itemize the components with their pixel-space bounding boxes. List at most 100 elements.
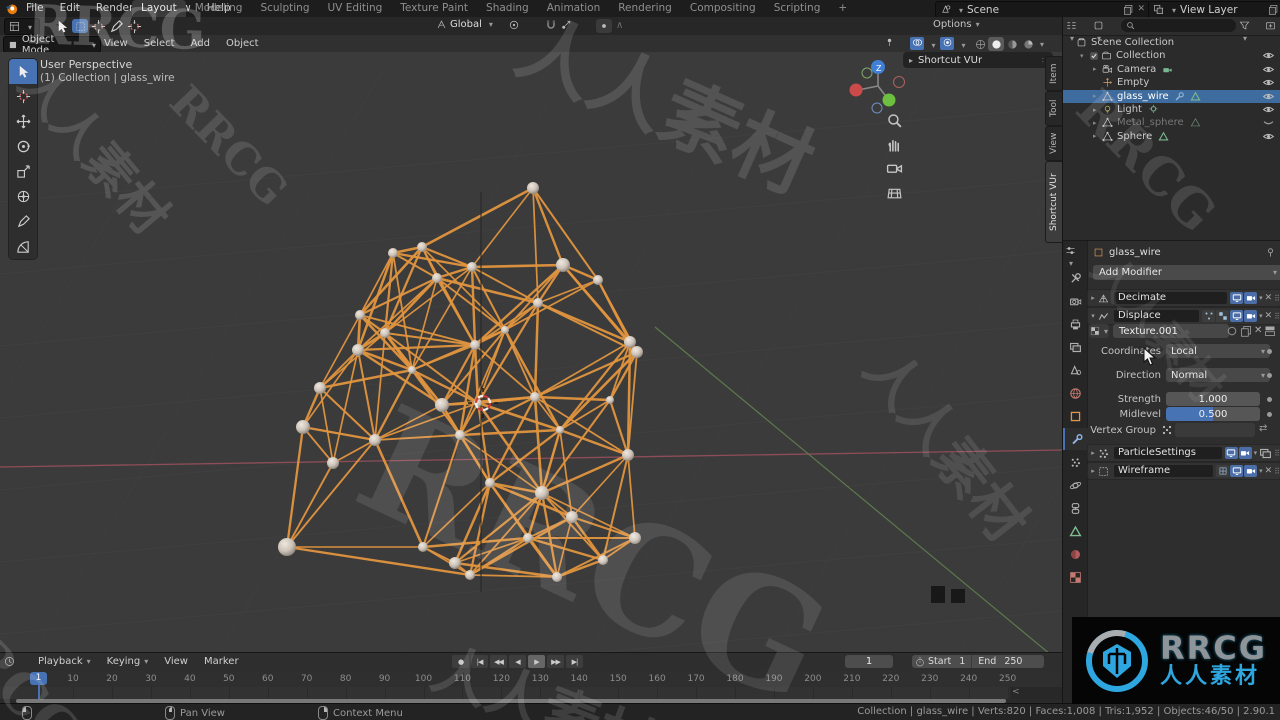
- properties-tab-tool[interactable]: [1063, 267, 1087, 289]
- properties-tab-data[interactable]: [1063, 520, 1087, 542]
- current-frame-field[interactable]: 1: [845, 655, 893, 668]
- expand-arrow[interactable]: ▸: [1093, 92, 1102, 100]
- workspace-tab-compositing[interactable]: Compositing: [681, 0, 765, 17]
- animate-dot[interactable]: [1267, 349, 1272, 354]
- strength-field[interactable]: 1.000: [1166, 392, 1260, 406]
- show-viewport-toggle[interactable]: [1230, 465, 1244, 477]
- viewport-menu-view[interactable]: View: [96, 35, 136, 52]
- toggle-perspective-icon[interactable]: [886, 184, 903, 201]
- show-render-toggle[interactable]: [1244, 310, 1258, 322]
- modifier-expand-arrow[interactable]: ▸: [1088, 294, 1098, 302]
- proportional-editing-toggle[interactable]: [596, 19, 612, 33]
- zoom-icon[interactable]: [886, 112, 903, 129]
- start-value[interactable]: 1: [959, 656, 965, 667]
- expand-arrow[interactable]: ▾: [1080, 52, 1089, 60]
- play-button[interactable]: ▶: [528, 655, 545, 668]
- select-box-tool[interactable]: [9, 59, 37, 84]
- modifier-drag-handle[interactable]: ⠿: [1274, 449, 1280, 458]
- outliner-row-sphere[interactable]: ▸ Sphere: [1063, 130, 1280, 143]
- workspace-tab-sculpting[interactable]: Sculpting: [251, 0, 318, 17]
- workspace-tab-rendering[interactable]: Rendering: [609, 0, 681, 17]
- scene-name[interactable]: Scene: [967, 4, 999, 16]
- jump-first-button[interactable]: |◀: [471, 655, 488, 668]
- scene-selector[interactable]: Scene ✕: [935, 1, 1150, 18]
- show-render-toggle[interactable]: [1244, 465, 1258, 477]
- outliner-search-input[interactable]: [1121, 19, 1236, 32]
- copy-icon[interactable]: [1240, 325, 1252, 337]
- properties-tab-scene[interactable]: [1063, 359, 1087, 381]
- eye-closed-icon[interactable]: [1262, 116, 1275, 129]
- viewport-menu-object[interactable]: Object: [218, 35, 267, 52]
- animate-dot[interactable]: [1267, 412, 1272, 417]
- modifier-close-button[interactable]: ✕: [1265, 311, 1273, 321]
- sidebar-tab-item[interactable]: Item: [1045, 56, 1062, 91]
- timeline-tracks[interactable]: [0, 687, 1062, 699]
- modifier-expand-arrow[interactable]: ▾: [1088, 312, 1098, 320]
- menu-edit[interactable]: Edit: [52, 0, 88, 17]
- properties-tab-material[interactable]: [1063, 543, 1087, 565]
- outliner-item-label[interactable]: glass_wire: [1117, 91, 1169, 102]
- tool-cursor-tool-button[interactable]: [126, 19, 142, 33]
- outliner-row-glass_wire[interactable]: ▸ glass_wire: [1063, 89, 1280, 103]
- gizmo-z-neg[interactable]: [871, 102, 883, 114]
- swap-icon[interactable]: ⇄: [1259, 423, 1267, 434]
- properties-tab-object[interactable]: [1063, 405, 1087, 427]
- modifier-expand-arrow[interactable]: ▸: [1088, 467, 1098, 475]
- modifier-drag-handle[interactable]: ⠿: [1274, 294, 1280, 303]
- outliner-row-metal_sphere[interactable]: ▸ Metal_sphere: [1063, 116, 1280, 129]
- expand-arrow[interactable]: ▸: [1093, 106, 1102, 114]
- timeline-menu-playback[interactable]: Playback: [30, 653, 99, 671]
- sidebar-tab-view[interactable]: View: [1045, 126, 1062, 161]
- workspace-tab-animation[interactable]: Animation: [538, 0, 610, 17]
- workspace-tab-+[interactable]: +: [829, 0, 856, 17]
- modifier-expand-arrow[interactable]: ▸: [1088, 449, 1098, 457]
- sidebar-tab-shortcut-vur[interactable]: Shortcut VUr: [1045, 161, 1062, 243]
- midlevel-slider[interactable]: 0.500: [1166, 407, 1260, 421]
- viewport-3d[interactable]: User Perspective (1) Collection | glass_…: [0, 52, 1062, 652]
- playhead-line[interactable]: [38, 685, 40, 699]
- gizmo-y-axis[interactable]: [882, 93, 896, 107]
- outliner-item-label[interactable]: Scene Collection: [1091, 37, 1174, 48]
- modifier-copy-icon[interactable]: [1259, 447, 1272, 460]
- texture-type-dropdown[interactable]: [1089, 324, 1109, 338]
- new-scene-icon[interactable]: [1123, 4, 1134, 15]
- new-collection-button[interactable]: [1265, 20, 1276, 31]
- properties-tab-particles[interactable]: [1063, 451, 1087, 473]
- texture-name-field[interactable]: Texture.001: [1113, 324, 1229, 338]
- pan-hand-icon[interactable]: [886, 136, 903, 153]
- properties-tab-view-layer[interactable]: [1063, 336, 1087, 358]
- gizmo-y-neg[interactable]: [861, 67, 873, 79]
- shading-wireframe-button[interactable]: [972, 37, 988, 51]
- options-dropdown[interactable]: Options: [933, 19, 980, 30]
- gizmo-x-neg[interactable]: [893, 76, 905, 88]
- properties-tab-world[interactable]: [1063, 382, 1087, 404]
- jump-last-button[interactable]: ▶|: [566, 655, 583, 668]
- outliner-item-label[interactable]: Camera: [1117, 64, 1156, 75]
- transform-orientation-dropdown[interactable]: Global: [436, 19, 493, 30]
- properties-tab-physics[interactable]: [1063, 474, 1087, 496]
- viewport-menu-select[interactable]: Select: [136, 35, 183, 52]
- outliner-item-label[interactable]: Empty: [1117, 77, 1149, 88]
- modifier-extras-dropdown[interactable]: ▾: [1259, 294, 1263, 302]
- outliner-item-label[interactable]: Collection: [1116, 50, 1165, 61]
- browse-texture-icon[interactable]: [1264, 325, 1276, 337]
- tool-select-box-button[interactable]: [72, 19, 88, 33]
- show-render-toggle[interactable]: [1244, 292, 1258, 304]
- expand-arrow[interactable]: ▸: [1093, 119, 1102, 127]
- timeline-menu-marker[interactable]: Marker: [196, 653, 247, 671]
- play-reverse-button[interactable]: ◀: [509, 655, 526, 668]
- shading-rendered-button[interactable]: [1020, 37, 1036, 51]
- show-viewport-toggle[interactable]: [1224, 447, 1238, 459]
- workspace-tab-scripting[interactable]: Scripting: [765, 0, 830, 17]
- modifier-name-field[interactable]: Wireframe: [1114, 465, 1214, 477]
- eye-open-icon[interactable]: [1262, 103, 1275, 116]
- breadcrumb-object-name[interactable]: glass_wire: [1109, 247, 1161, 258]
- tool-tweak-button[interactable]: [54, 19, 70, 33]
- workspace-tab-layout[interactable]: Layout: [132, 0, 186, 17]
- modifier-drag-handle[interactable]: ⠿: [1274, 467, 1280, 476]
- workspace-tab-uv-editing[interactable]: UV Editing: [319, 0, 392, 17]
- collapse-arrow[interactable]: <: [1012, 687, 1020, 697]
- end-value[interactable]: 250: [1004, 656, 1022, 667]
- outliner-item-label[interactable]: Metal_sphere: [1117, 117, 1184, 128]
- snap-magnet-icon[interactable]: [545, 19, 557, 31]
